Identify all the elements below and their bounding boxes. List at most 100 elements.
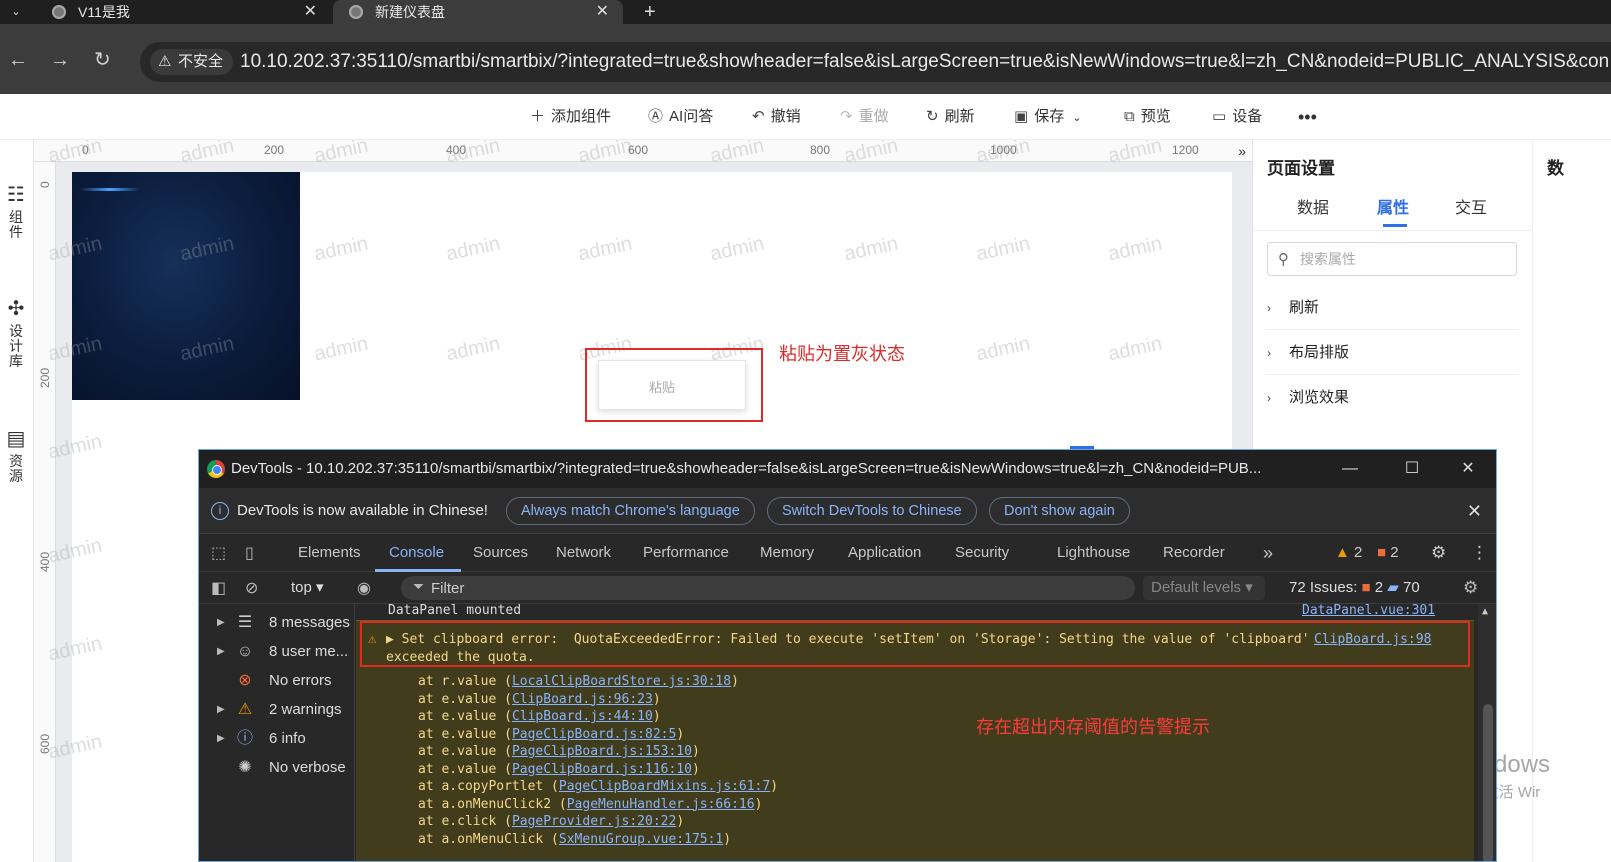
redo-button[interactable]: ↷ 重做 — [840, 94, 889, 140]
section-layout[interactable]: › 布局排版 — [1267, 331, 1517, 375]
back-icon[interactable]: ← — [8, 50, 28, 70]
ruler-horizontal[interactable]: 0 200 400 600 800 1000 1200 » — [34, 140, 1252, 162]
security-chip[interactable]: ⚠ 不安全 — [150, 49, 234, 75]
eye-icon[interactable]: ◉ — [357, 578, 371, 598]
ai-qa-button[interactable]: Ⓐ AI问答 — [648, 94, 713, 140]
console-output[interactable]: DataPanel mounted DataPanel.vue:301 ⚠ ▶ … — [356, 604, 1496, 861]
settings-icon[interactable]: ⚙ — [1431, 534, 1446, 572]
tab-recorder[interactable]: Recorder — [1163, 534, 1225, 572]
tab-lighthouse[interactable]: Lighthouse — [1057, 534, 1130, 572]
dont-show-again-button[interactable]: Don't show again — [989, 497, 1130, 525]
log-source-link[interactable]: DataPanel.vue:301 — [1302, 604, 1435, 618]
stack-source-link[interactable]: ClipBoard.js:96:23 — [512, 692, 653, 707]
tab-elements[interactable]: Elements — [298, 534, 361, 572]
filter-field[interactable]: ⏷ — [401, 576, 1135, 600]
maximize-icon[interactable]: ☐ — [1389, 450, 1435, 488]
filter-input[interactable] — [431, 578, 1111, 598]
tab-memory[interactable]: Memory — [760, 534, 814, 572]
sidebar-item-verbose[interactable]: ✺ No verbose — [199, 753, 355, 782]
tab-sources[interactable]: Sources — [473, 534, 528, 572]
device-button[interactable]: ▭ 设备 — [1212, 94, 1262, 140]
stack-source-link[interactable]: PageClipBoard.js:153:10 — [512, 744, 692, 759]
paste-menu-item[interactable]: 粘贴 — [649, 377, 675, 396]
warnings-counter[interactable]: ▲ 2 — [1335, 534, 1362, 572]
section-browse-effect[interactable]: › 浏览效果 — [1267, 376, 1517, 420]
sidebar-item-messages[interactable]: ▶ ☰ 8 messages — [199, 608, 355, 637]
undo-button[interactable]: ↶ 撤销 — [752, 94, 801, 140]
stack-source-link[interactable]: ClipBoard.js:44:10 — [512, 709, 653, 724]
close-icon[interactable]: ✕ — [596, 0, 609, 24]
image-component[interactable] — [72, 172, 300, 400]
warning-entry[interactable]: ⚠ ▶ Set clipboard error: QuotaExceededEr… — [356, 620, 1474, 861]
console-scrollbar[interactable]: ▲ — [1478, 604, 1496, 861]
sidebar-toggle-icon[interactable]: ◧ — [211, 578, 226, 598]
stack-source-link[interactable]: SxMenuGroup.vue:175:1 — [559, 832, 723, 847]
match-language-button[interactable]: Always match Chrome's language — [506, 497, 755, 525]
url-text[interactable]: 10.10.202.37:35110/smartbi/smartbix/?int… — [240, 42, 1609, 82]
rail-design-library[interactable]: ✣ 设计库 — [2, 298, 30, 369]
close-icon[interactable]: ✕ — [1445, 450, 1491, 488]
sidebar-item-info[interactable]: ▶ ⓘ 6 info — [199, 724, 355, 753]
ruler-tick: 0 — [82, 143, 89, 157]
kebab-menu-icon[interactable]: ⋮ — [1471, 534, 1488, 572]
forward-icon[interactable]: → — [50, 50, 70, 70]
more-tabs-icon[interactable]: » — [1263, 534, 1273, 572]
scrollbar-thumb[interactable] — [1483, 704, 1493, 861]
tab-security[interactable]: Security — [955, 534, 1009, 572]
tab-console[interactable]: Console — [389, 534, 444, 572]
refresh-icon: ↻ — [926, 108, 939, 125]
context-selector[interactable]: top ▾ — [291, 572, 324, 604]
settings-icon[interactable]: ⚙ — [1463, 578, 1478, 598]
stack-source-link[interactable]: PageClipBoard.js:116:10 — [512, 762, 692, 777]
tab-network[interactable]: Network — [556, 534, 611, 572]
preview-button[interactable]: ⧉ 预览 — [1124, 94, 1171, 140]
stack-source-link[interactable]: PageClipBoardMixins.js:61:7 — [559, 779, 770, 794]
refresh-button[interactable]: ↻ 刷新 — [926, 94, 975, 140]
rail-components[interactable]: ☷ 组件 — [2, 184, 30, 240]
ruler-vertical[interactable]: 0 200 400 600 — [34, 162, 56, 862]
stack-source-link[interactable]: PageProvider.js:20:22 — [512, 814, 676, 829]
more-icon[interactable]: ••• — [1298, 94, 1317, 140]
sidebar-item-user-messages[interactable]: ▶ ☺ 8 user me... — [199, 637, 355, 666]
warning-source-link[interactable]: ClipBoard.js:98 — [1314, 631, 1431, 649]
clear-console-icon[interactable]: ⊘ — [245, 578, 258, 598]
address-bar[interactable]: ⚠ 不安全 10.10.202.37:35110/smartbi/smartbi… — [140, 42, 1611, 82]
sidebar-item-errors[interactable]: ⊗ No errors — [199, 666, 355, 695]
browser-tab[interactable]: V11是我 ✕ — [36, 0, 331, 24]
device-toolbar-icon[interactable]: ▯ — [245, 543, 254, 563]
devtools-titlebar[interactable]: DevTools - 10.10.202.37:35110/smartbi/sm… — [199, 450, 1496, 488]
browser-tab-active[interactable]: 新建仪表盘 ✕ — [333, 0, 623, 24]
property-search[interactable]: ⚲ — [1267, 242, 1517, 276]
close-icon[interactable]: ✕ — [1467, 488, 1482, 534]
issues-counter[interactable]: 72 Issues: ■ 2 ▰ 70 — [1289, 572, 1420, 604]
switch-to-chinese-button[interactable]: Switch DevTools to Chinese — [767, 497, 977, 525]
close-icon[interactable]: ✕ — [304, 0, 317, 24]
sidebar-item-warnings[interactable]: ▶ ⚠ 2 warnings — [199, 695, 355, 724]
double-chevron-right-icon[interactable]: » — [1238, 140, 1246, 162]
tab-application[interactable]: Application — [848, 534, 921, 572]
tab-properties[interactable]: 属性 — [1377, 194, 1409, 218]
rail-resources-label: 资源 — [9, 453, 23, 484]
save-button[interactable]: ▣ 保存 ⌄ — [1014, 94, 1081, 140]
tab-interaction[interactable]: 交互 — [1455, 194, 1487, 218]
stack-source-link[interactable]: LocalClipBoardStore.js:30:18 — [512, 674, 731, 689]
user-icon: ☺ — [236, 643, 254, 660]
add-component-button[interactable]: ＋ 添加组件 — [530, 94, 611, 140]
stack-source-link[interactable]: PageClipBoard.js:82:5 — [512, 727, 676, 742]
minimize-icon[interactable]: — — [1327, 450, 1373, 488]
reload-icon[interactable]: ↻ — [94, 50, 111, 70]
warning-message[interactable]: ▶ Set clipboard error: QuotaExceededErro… — [386, 631, 1310, 649]
log-levels-select[interactable]: Default levels ▾ — [1143, 576, 1265, 600]
scroll-up-icon[interactable]: ▲ — [1482, 606, 1488, 617]
inspect-element-icon[interactable]: ⬚ — [211, 543, 226, 563]
tab-data[interactable]: 数据 — [1297, 194, 1329, 218]
section-refresh[interactable]: › 刷新 — [1267, 286, 1517, 330]
rail-resources[interactable]: ▤ 资源 — [2, 428, 30, 484]
tab-performance[interactable]: Performance — [643, 534, 729, 572]
stack-source-link[interactable]: PageMenuHandler.js:66:16 — [567, 797, 755, 812]
new-tab-button[interactable]: + — [644, 0, 656, 24]
property-search-input[interactable] — [1300, 249, 1500, 269]
errors-counter[interactable]: ■ 2 — [1377, 534, 1399, 572]
message-icon: ▰ — [1387, 579, 1399, 596]
tab-search-icon[interactable]: ⌄ — [6, 3, 26, 21]
